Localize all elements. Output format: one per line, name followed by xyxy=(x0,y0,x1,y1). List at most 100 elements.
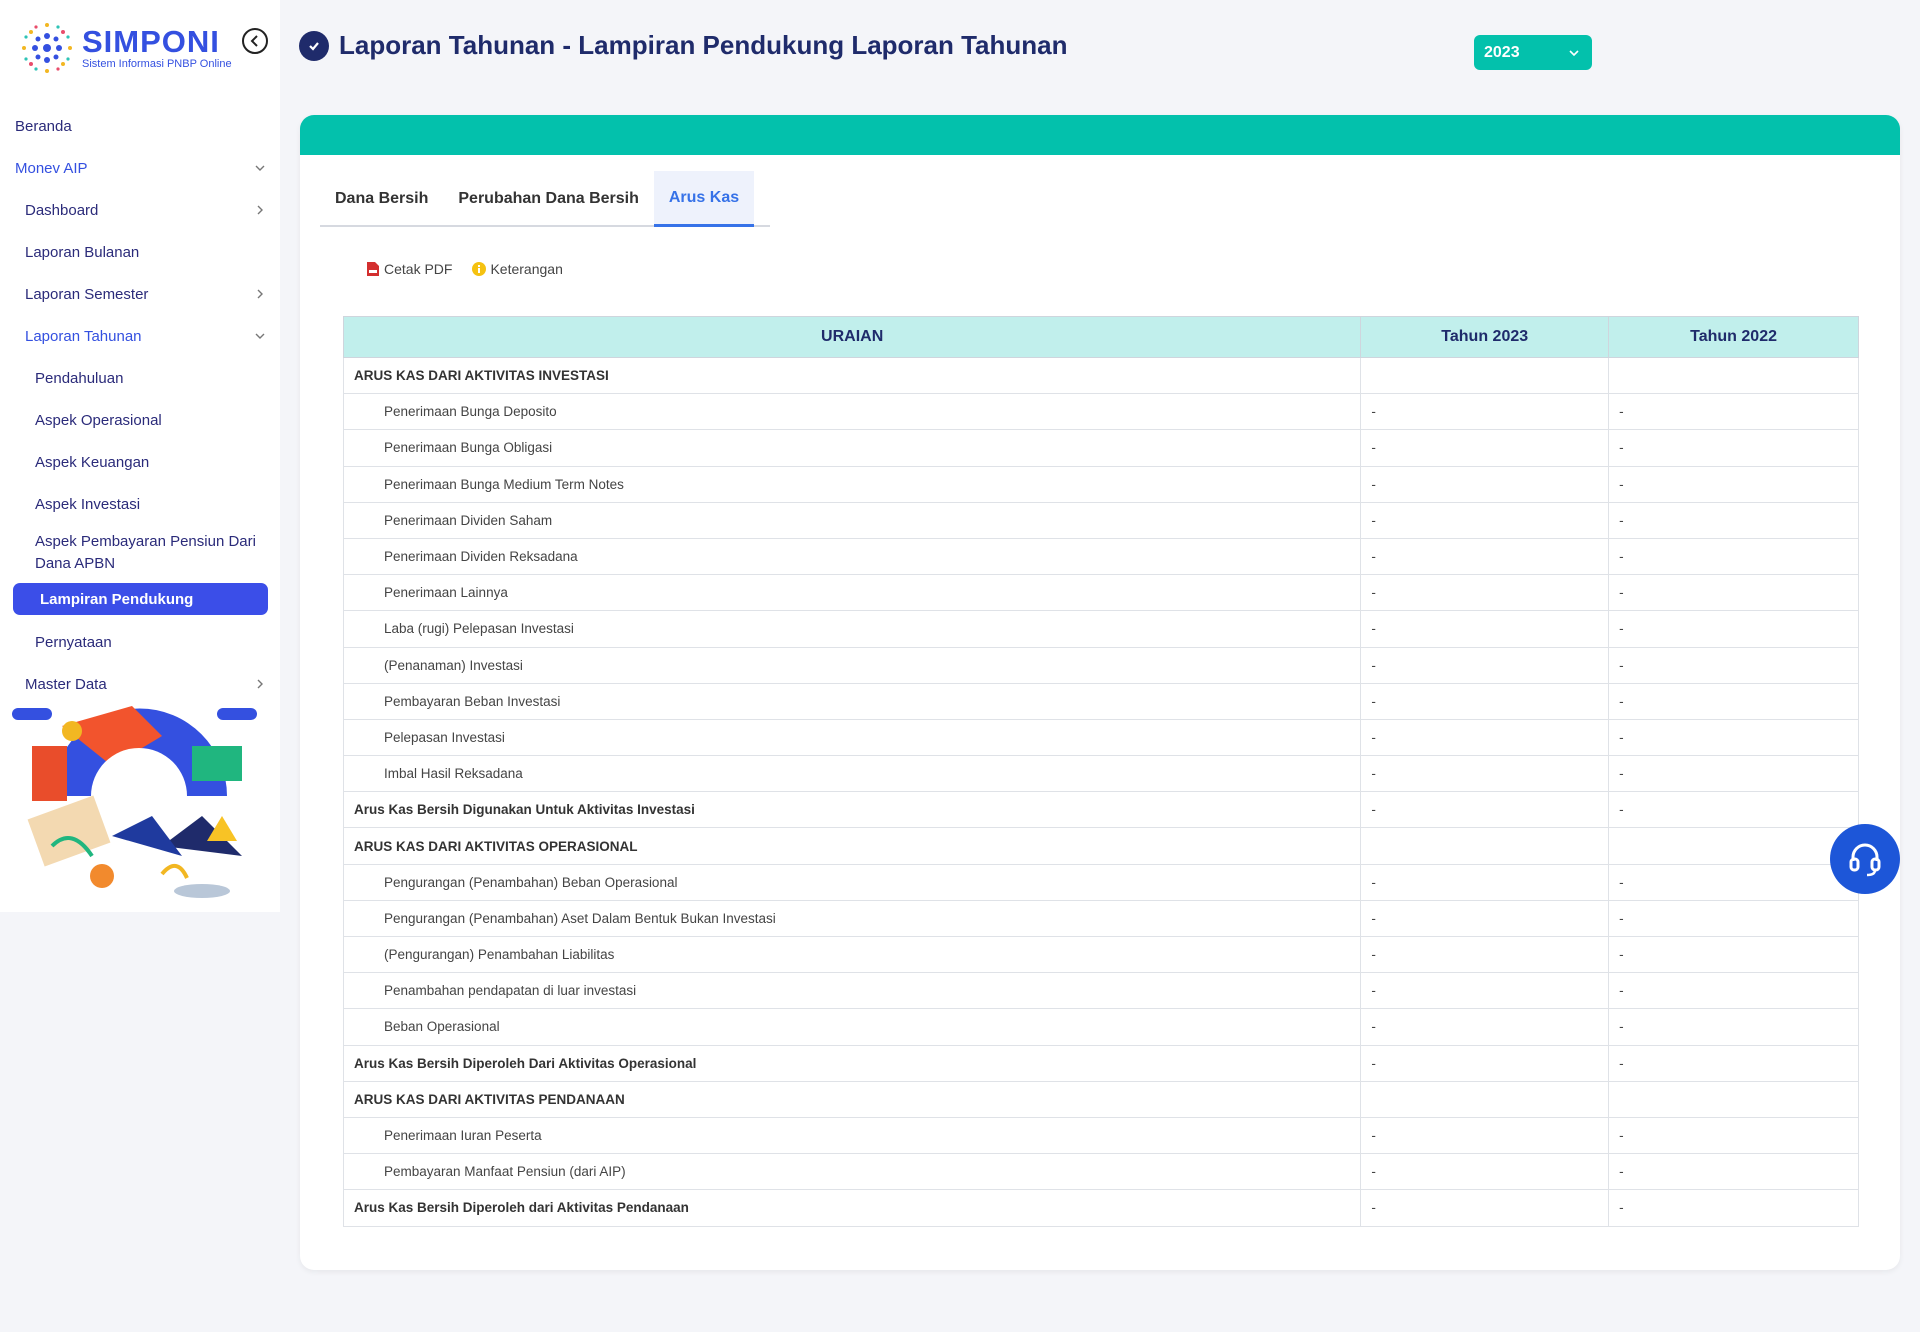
value-2022: - xyxy=(1608,1044,1859,1082)
value-2022: - xyxy=(1608,899,1859,938)
value-2023: - xyxy=(1360,610,1610,648)
value-2023 xyxy=(1360,1080,1610,1118)
column-header-2023: Tahun 2023 xyxy=(1360,316,1610,358)
row-label: ARUS KAS DARI AKTIVITAS INVESTASI xyxy=(342,356,1362,395)
row-label: Penerimaan Bunga Obligasi xyxy=(342,429,1362,467)
year-select-value: 2023 xyxy=(1484,43,1520,61)
value-2022 xyxy=(1608,1080,1859,1118)
sidebar-item-monev-aip[interactable]: Monev AIP xyxy=(0,147,280,189)
pdf-icon xyxy=(367,262,379,276)
table-row: Pembayaran Beban Investasi - - xyxy=(342,682,1859,720)
table-row: Pelepasan Investasi - - xyxy=(342,718,1859,757)
info-button[interactable]: Keterangan xyxy=(472,261,563,277)
row-label: Penerimaan Bunga Deposito xyxy=(342,393,1362,431)
print-pdf-button[interactable]: Cetak PDF xyxy=(366,261,452,277)
value-2022: - xyxy=(1608,863,1859,901)
chevron-right-icon xyxy=(257,289,263,299)
card-header-band xyxy=(300,115,1900,155)
sidebar-item-label: Beranda xyxy=(15,117,72,135)
sidebar-item-lampiran-pendukung[interactable]: Lampiran Pendukung xyxy=(13,583,268,615)
value-2022 xyxy=(1608,356,1859,395)
sidebar-item-dashboard[interactable]: Dashboard xyxy=(0,189,280,231)
value-2022: - xyxy=(1608,610,1859,648)
tab-arus-kas[interactable]: Arus Kas xyxy=(653,171,755,227)
sidebar-item-pernyataan[interactable]: Pernyataan xyxy=(0,621,280,663)
value-2022: - xyxy=(1608,1008,1859,1046)
sidebar-item-label: Lampiran Pendukung xyxy=(40,590,194,608)
table-row: Penerimaan Lainnya - - xyxy=(342,574,1859,612)
tab-dana-bersih[interactable]: Dana Bersih xyxy=(320,171,443,227)
sidebar-item-laporan-semester[interactable]: Laporan Semester xyxy=(0,273,280,315)
logo[interactable]: SIMPONI Sistem Informasi PNBP Online xyxy=(18,18,232,78)
print-pdf-label: Cetak PDF xyxy=(384,261,453,277)
sidebar-item-label: Aspek Investasi xyxy=(35,495,141,513)
row-label: Penerimaan Dividen Saham xyxy=(342,501,1362,539)
sidebar-item-aspek-operasional[interactable]: Aspek Operasional xyxy=(0,399,280,441)
page-header: Laporan Tahunan - Lampiran Pendukung Lap… xyxy=(299,30,1068,61)
table-row: Arus Kas Bersih Diperoleh Dari Aktivitas… xyxy=(342,1044,1859,1082)
row-label: Penambahan pendapatan di luar investasi xyxy=(342,972,1362,1010)
sidebar-item-label: Laporan Semester xyxy=(25,285,149,303)
value-2023: - xyxy=(1360,935,1610,974)
table-header-row: URAIAN Tahun 2023 Tahun 2022 xyxy=(342,316,1859,358)
table-row: Penerimaan Bunga Deposito - - xyxy=(342,393,1859,431)
tab-perubahan-dana-bersih[interactable]: Perubahan Dana Bersih xyxy=(443,171,654,227)
page-title: Laporan Tahunan - Lampiran Pendukung Lap… xyxy=(339,30,1068,60)
table-row: Penerimaan Bunga Medium Term Notes - - xyxy=(342,465,1859,503)
value-2022: - xyxy=(1608,429,1859,467)
headset-icon xyxy=(1849,843,1881,877)
table-row: ARUS KAS DARI AKTIVITAS INVESTASI xyxy=(342,356,1859,395)
row-label: Pembayaran Manfaat Pensiun (dari AIP) xyxy=(342,1153,1362,1191)
table-row: ARUS KAS DARI AKTIVITAS OPERASIONAL xyxy=(342,827,1859,865)
row-label: Imbal Hasil Reksadana xyxy=(342,755,1362,793)
table-row: Arus Kas Bersih Diperoleh dari Aktivitas… xyxy=(342,1189,1859,1227)
table-row: Imbal Hasil Reksadana - - xyxy=(342,755,1859,793)
value-2023: - xyxy=(1360,1153,1610,1191)
table-row: Laba (rugi) Pelepasan Investasi - - xyxy=(342,610,1859,648)
sidebar-item-master-data[interactable]: Master Data xyxy=(0,663,280,705)
table-row: Arus Kas Bersih Digunakan Untuk Aktivita… xyxy=(342,791,1859,829)
chevron-right-icon xyxy=(257,679,263,689)
table-row: Pengurangan (Penambahan) Beban Operasion… xyxy=(342,863,1859,901)
sidebar-item-label: Aspek Operasional xyxy=(35,411,162,429)
value-2023: - xyxy=(1360,429,1610,467)
value-2023: - xyxy=(1360,574,1610,612)
value-2023: - xyxy=(1360,863,1610,901)
value-2023 xyxy=(1360,827,1610,865)
table-row: Penambahan pendapatan di luar investasi -… xyxy=(342,972,1859,1010)
sidebar-item-aspek-investasi[interactable]: Aspek Investasi xyxy=(0,483,280,525)
check-circle-icon xyxy=(299,30,329,61)
table-row: ARUS KAS DARI AKTIVITAS PENDANAAN xyxy=(342,1080,1859,1118)
value-2022: - xyxy=(1608,755,1859,793)
row-label: Pelepasan Investasi xyxy=(342,718,1362,757)
sidebar-item-aspek-pembayaran-pensiun[interactable]: Aspek Pembayaran Pensiun Dari Dana APBN xyxy=(0,525,280,581)
table-row: (Penanaman) Investasi - - xyxy=(342,646,1859,684)
row-label: Arus Kas Bersih Diperoleh dari Aktivitas… xyxy=(342,1189,1362,1227)
row-label: Penerimaan Lainnya xyxy=(342,574,1362,612)
value-2022: - xyxy=(1608,791,1859,829)
row-label: Arus Kas Bersih Digunakan Untuk Aktivita… xyxy=(342,791,1362,829)
table-row: Beban Operasional - - xyxy=(342,1008,1859,1046)
sidebar-item-aspek-keuangan[interactable]: Aspek Keuangan xyxy=(0,441,280,483)
table-row: Pengurangan (Penambahan) Aset Dalam Bent… xyxy=(342,899,1859,938)
row-label: (Pengurangan) Penambahan Liabilitas xyxy=(342,935,1362,974)
sidebar-item-laporan-bulanan[interactable]: Laporan Bulanan xyxy=(0,231,280,273)
value-2023: - xyxy=(1360,755,1610,793)
row-label: Arus Kas Bersih Diperoleh Dari Aktivitas… xyxy=(342,1044,1362,1082)
info-label: Keterangan xyxy=(490,261,563,277)
sidebar-collapse-button[interactable] xyxy=(242,28,268,54)
value-2022: - xyxy=(1608,718,1859,757)
sidebar-item-label: Dashboard xyxy=(25,201,99,219)
table-row: Penerimaan Dividen Reksadana - - xyxy=(342,537,1859,576)
sidebar-item-pendahuluan[interactable]: Pendahuluan xyxy=(0,357,280,399)
row-label: Pengurangan (Penambahan) Beban Operasion… xyxy=(342,863,1362,901)
info-icon xyxy=(472,262,487,276)
sidebar-item-label: Pendahuluan xyxy=(35,369,124,387)
year-select[interactable]: 2023 xyxy=(1474,35,1592,70)
sidebar-item-laporan-tahunan[interactable]: Laporan Tahunan xyxy=(0,315,280,357)
value-2022: - xyxy=(1608,537,1859,576)
sidebar-item-beranda[interactable]: Beranda xyxy=(0,105,280,147)
value-2023: - xyxy=(1360,1008,1610,1046)
sidebar-item-label: Laporan Tahunan xyxy=(25,327,142,345)
help-chat-button[interactable] xyxy=(1830,824,1900,894)
